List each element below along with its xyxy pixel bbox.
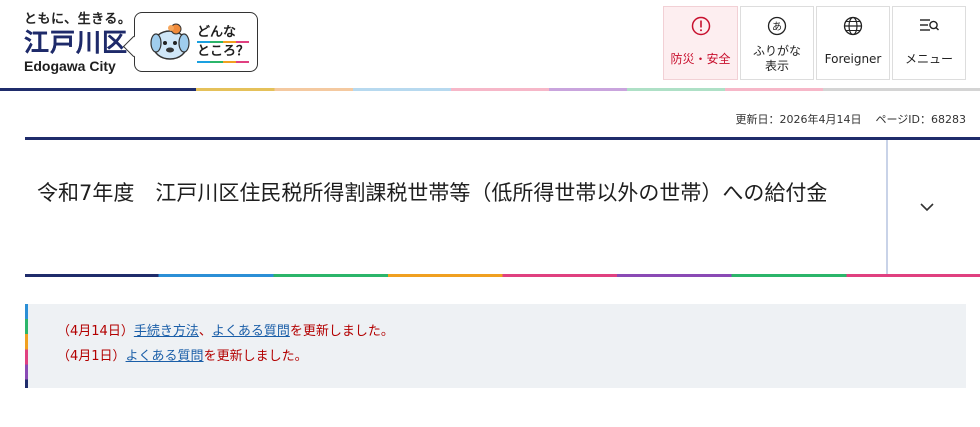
page-title: 令和7年度 江戸川区住民税所得割課税世帯等（低所得世帯以外の世帯）への給付金: [37, 181, 828, 205]
notice-date: （4月1日）: [57, 349, 126, 364]
header-divider: [0, 88, 980, 91]
foreigner-button[interactable]: Foreigner: [816, 6, 890, 80]
furigana-button[interactable]: あ ふりがな 表示: [740, 6, 814, 80]
notice-separator: 、: [198, 324, 212, 339]
title-box: 令和7年度 江戸川区住民税所得割課税世帯等（低所得世帯以外の世帯）への給付金: [25, 140, 980, 274]
furigana-label-line2: 表示: [764, 59, 789, 73]
disaster-safety-label: 防災・安全: [670, 52, 731, 66]
notice-accent-bar: [25, 304, 28, 388]
procedure-link[interactable]: 手続き方法: [134, 324, 199, 339]
page-id: ページID：68283: [875, 113, 967, 126]
logo-kanji: 江戸川区: [24, 29, 134, 57]
mascot-caption-line1: どんな: [197, 25, 237, 40]
logo-english: Edogawa City: [24, 58, 116, 74]
notice-item: （4月14日）手続き方法、よくある質問を更新しました。: [57, 323, 394, 341]
site-logo[interactable]: ともに、生きる。 江戸川区 Edogawa City: [24, 8, 134, 80]
mascot-underline: [197, 61, 249, 63]
title-divider: [886, 140, 888, 274]
menu-button[interactable]: メニュー: [892, 6, 966, 80]
furigana-label: ふりがな 表示: [741, 44, 813, 74]
svg-text:あ: あ: [772, 21, 782, 33]
mascot-icon: [150, 23, 190, 60]
site-header: ともに、生きる。 江戸川区 Edogawa City どんな ところ？ 防災・安…: [0, 0, 980, 91]
notice-item: （4月1日）よくある質問を更新しました。: [57, 348, 308, 366]
faq-link[interactable]: よくある質問: [212, 324, 290, 339]
mascot-underline: [197, 41, 249, 43]
disaster-safety-button[interactable]: 防災・安全: [663, 6, 738, 80]
foreigner-label: Foreigner: [824, 52, 882, 66]
updated-date: 更新日：2026年4月14日: [735, 113, 862, 126]
furigana-label-line1: ふりがな: [752, 44, 801, 58]
notice-text: を更新しました。: [203, 349, 308, 364]
menu-search-icon: [920, 19, 939, 31]
notice-date: （4月14日）: [57, 324, 134, 339]
mascot-banner[interactable]: どんな ところ？: [134, 12, 258, 72]
menu-label: メニュー: [904, 52, 953, 66]
mascot-caption-line2: ところ？: [197, 44, 250, 59]
hiragana-a-circle-icon: あ: [767, 16, 787, 36]
notice-text: を更新しました。: [289, 324, 394, 339]
page-meta: 更新日：2026年4月14日 ページID：68283: [736, 111, 967, 127]
exclamation-circle-icon: [691, 16, 710, 36]
update-notice: （4月14日）手続き方法、よくある質問を更新しました。 （4月1日）よくある質問…: [25, 304, 966, 388]
globe-icon: [843, 16, 863, 36]
faq-link[interactable]: よくある質問: [126, 349, 204, 364]
chevron-down-icon[interactable]: [918, 198, 936, 216]
title-bottom-border: [25, 274, 980, 277]
logo-tagline: ともに、生きる。: [24, 12, 132, 27]
